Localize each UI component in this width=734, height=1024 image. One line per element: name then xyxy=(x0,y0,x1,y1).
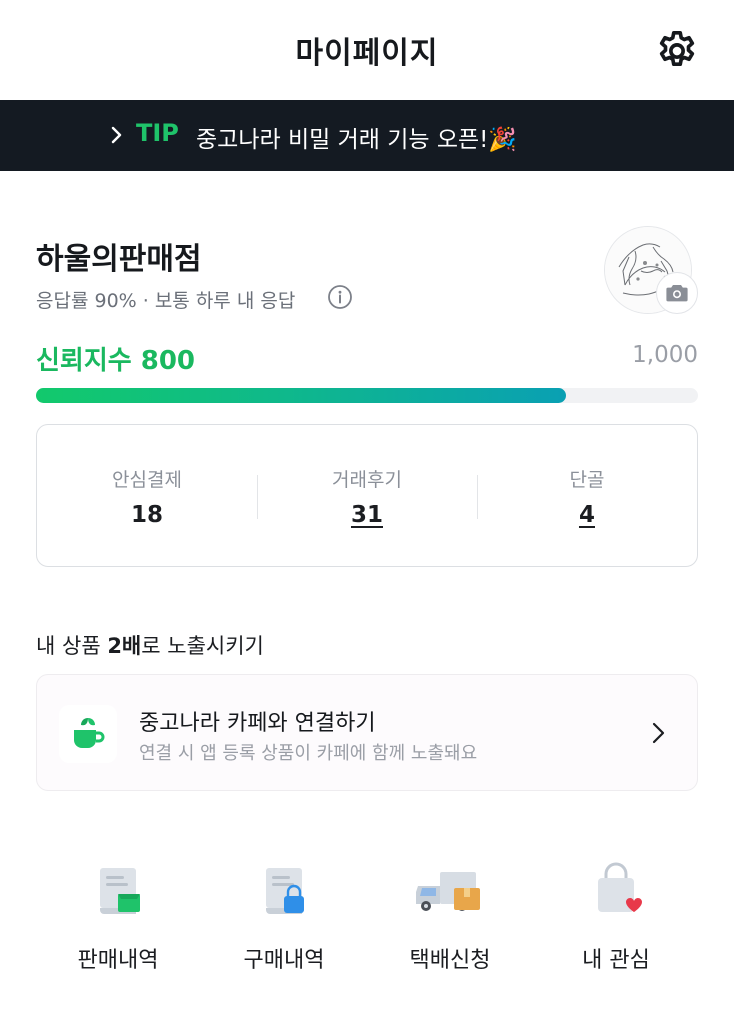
stats-card: 안심결제 18 거래후기 31 단골 4 xyxy=(36,424,698,567)
menu-sales-history[interactable]: 판매내역 xyxy=(36,862,200,974)
trust-progress-fill xyxy=(36,388,566,403)
purchase-history-icon xyxy=(266,868,304,914)
cafe-card-subtitle: 연결 시 앱 등록 상품이 카페에 함께 노출돼요 xyxy=(139,743,478,764)
stat-label: 안심결제 xyxy=(112,469,182,491)
tip-banner[interactable]: TIP 중고나라 비밀 거래 기능 오픈!🎉 xyxy=(0,100,734,171)
exposure-title: 내 상품 2배로 노출시키기 xyxy=(36,630,264,660)
tip-label: TIP xyxy=(136,119,179,147)
tip-text: 중고나라 비밀 거래 기능 오픈!🎉 xyxy=(196,127,518,153)
menu-purchase-history[interactable]: 구매내역 xyxy=(202,862,366,974)
menu-favorites[interactable]: 내 관심 xyxy=(534,862,698,974)
settings-button[interactable] xyxy=(654,28,700,74)
divider xyxy=(477,475,478,519)
trust-progress-bar xyxy=(36,388,698,403)
cafe-connect-card[interactable]: 중고나라 카페와 연결하기 연결 시 앱 등록 상품이 카페에 함께 노출돼요 xyxy=(36,674,698,791)
menu-label: 구매내역 xyxy=(243,948,325,973)
store-name: 하울의판매점 xyxy=(36,242,202,277)
stat-regulars[interactable]: 단골 4 xyxy=(487,465,687,528)
stat-label: 단골 xyxy=(569,469,605,491)
stat-reviews[interactable]: 거래후기 31 xyxy=(267,465,467,528)
menu-label: 내 관심 xyxy=(582,948,650,973)
camera-icon xyxy=(666,285,688,302)
stat-value: 18 xyxy=(130,502,163,528)
exposure-title-bold: 2배 xyxy=(107,634,142,658)
menu-delivery-request[interactable]: 택배신청 xyxy=(368,862,532,974)
header: 마이페이지 xyxy=(0,0,734,100)
info-icon[interactable] xyxy=(327,284,353,310)
stat-value[interactable]: 31 xyxy=(267,502,467,528)
menu-label: 판매내역 xyxy=(77,948,159,973)
trust-score-max: 1,000 xyxy=(632,342,698,368)
gear-icon xyxy=(659,30,695,67)
stat-label: 거래후기 xyxy=(332,469,402,491)
stat-safe-payment: 안심결제 18 xyxy=(47,465,247,528)
menu-label: 택배신청 xyxy=(409,948,491,973)
cafe-cup-icon xyxy=(74,718,105,748)
page-title: 마이페이지 xyxy=(295,36,439,71)
cafe-icon-wrap xyxy=(59,705,117,763)
chevron-right-icon xyxy=(652,722,665,744)
favorites-bag-icon xyxy=(598,862,642,912)
trust-score-label: 신뢰지수 800 xyxy=(36,346,196,376)
stat-value[interactable]: 4 xyxy=(487,502,687,528)
change-photo-button[interactable] xyxy=(656,272,698,314)
cafe-card-title: 중고나라 카페와 연결하기 xyxy=(139,711,376,736)
exposure-title-suffix: 로 노출시키기 xyxy=(141,634,264,658)
response-info: 응답률 90% · 보통 하루 내 응답 xyxy=(36,290,296,312)
my-page: 마이페이지 TIP 중고나라 비밀 거래 기능 오픈!🎉 하울의판매점 응답률 … xyxy=(0,0,734,1024)
exposure-title-prefix: 내 상품 xyxy=(36,634,108,658)
divider xyxy=(257,475,258,519)
chevron-right-icon xyxy=(111,126,122,144)
sales-history-icon xyxy=(100,868,140,914)
delivery-truck-icon xyxy=(416,872,480,911)
